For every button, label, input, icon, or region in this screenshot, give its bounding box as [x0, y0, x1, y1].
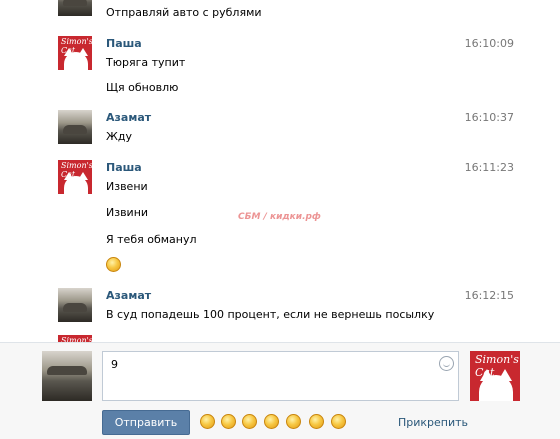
- avatar[interactable]: Simon's Cat: [58, 160, 92, 194]
- message: Азамат 16:12:15 В суд попадешь 100 проце…: [58, 288, 528, 328]
- cat-face-icon: [479, 375, 513, 401]
- message-text: Жду: [106, 130, 132, 143]
- message: Simon's Cat Паша 16:10:09 Тюряга тупит Щ…: [58, 36, 528, 100]
- message: Азамат 16:10:37 Жду: [58, 110, 528, 150]
- message-text: Извени: [106, 180, 148, 193]
- message-time[interactable]: 16:12:15: [465, 289, 514, 302]
- cry-emoji-icon: [106, 257, 121, 272]
- message-text: Извини: [106, 206, 149, 219]
- author-name[interactable]: Азамат: [106, 289, 151, 302]
- author-name[interactable]: Паша: [106, 161, 142, 174]
- message-time[interactable]: 16:10:09: [465, 37, 514, 50]
- watermark: СБМ / кидки.рф: [238, 212, 321, 222]
- avatar[interactable]: [58, 110, 92, 144]
- message-text: В суд попадешь 100 процент, если не верн…: [106, 308, 435, 321]
- own-avatar[interactable]: [42, 351, 92, 401]
- message-time[interactable]: 16:10:37: [465, 111, 514, 124]
- message-text: Тюряга тупит: [106, 56, 186, 69]
- grimace-emoji-icon[interactable]: [221, 414, 236, 429]
- angry-emoji-icon[interactable]: [242, 414, 257, 429]
- smile-emoji-icon[interactable]: [331, 414, 346, 429]
- message-text: Щя обновлю: [106, 81, 179, 94]
- recipient-avatar[interactable]: Simon's Cat: [470, 351, 520, 401]
- message: Отправляй авто с рублями: [58, 0, 528, 19]
- tired-emoji-icon[interactable]: [200, 414, 215, 429]
- author-name[interactable]: Паша: [106, 37, 142, 50]
- author-name[interactable]: Азамат: [106, 111, 151, 124]
- avatar[interactable]: [58, 0, 92, 16]
- message-time[interactable]: 16:11:23: [465, 161, 514, 174]
- message-feed[interactable]: Отправляй авто с рублями Simon's Cat Паш…: [0, 0, 560, 343]
- avatar[interactable]: [58, 288, 92, 322]
- cat-face-icon: [64, 176, 88, 194]
- glasses-emoji-icon[interactable]: [286, 414, 301, 429]
- message-input[interactable]: 9: [102, 351, 459, 401]
- message-text: Отправляй авто с рублями: [106, 6, 262, 19]
- avatar[interactable]: Simon's Cat: [58, 36, 92, 70]
- blush-emoji-icon[interactable]: [264, 414, 279, 429]
- message-text: Я тебя обманул: [106, 233, 197, 246]
- message-input-value: 9: [111, 358, 118, 371]
- cat-face-icon: [64, 52, 88, 70]
- kiss-emoji-icon[interactable]: [309, 414, 324, 429]
- send-button[interactable]: Отправить: [102, 410, 190, 435]
- smile-icon[interactable]: [439, 356, 454, 371]
- attach-link[interactable]: Прикрепить: [398, 416, 468, 429]
